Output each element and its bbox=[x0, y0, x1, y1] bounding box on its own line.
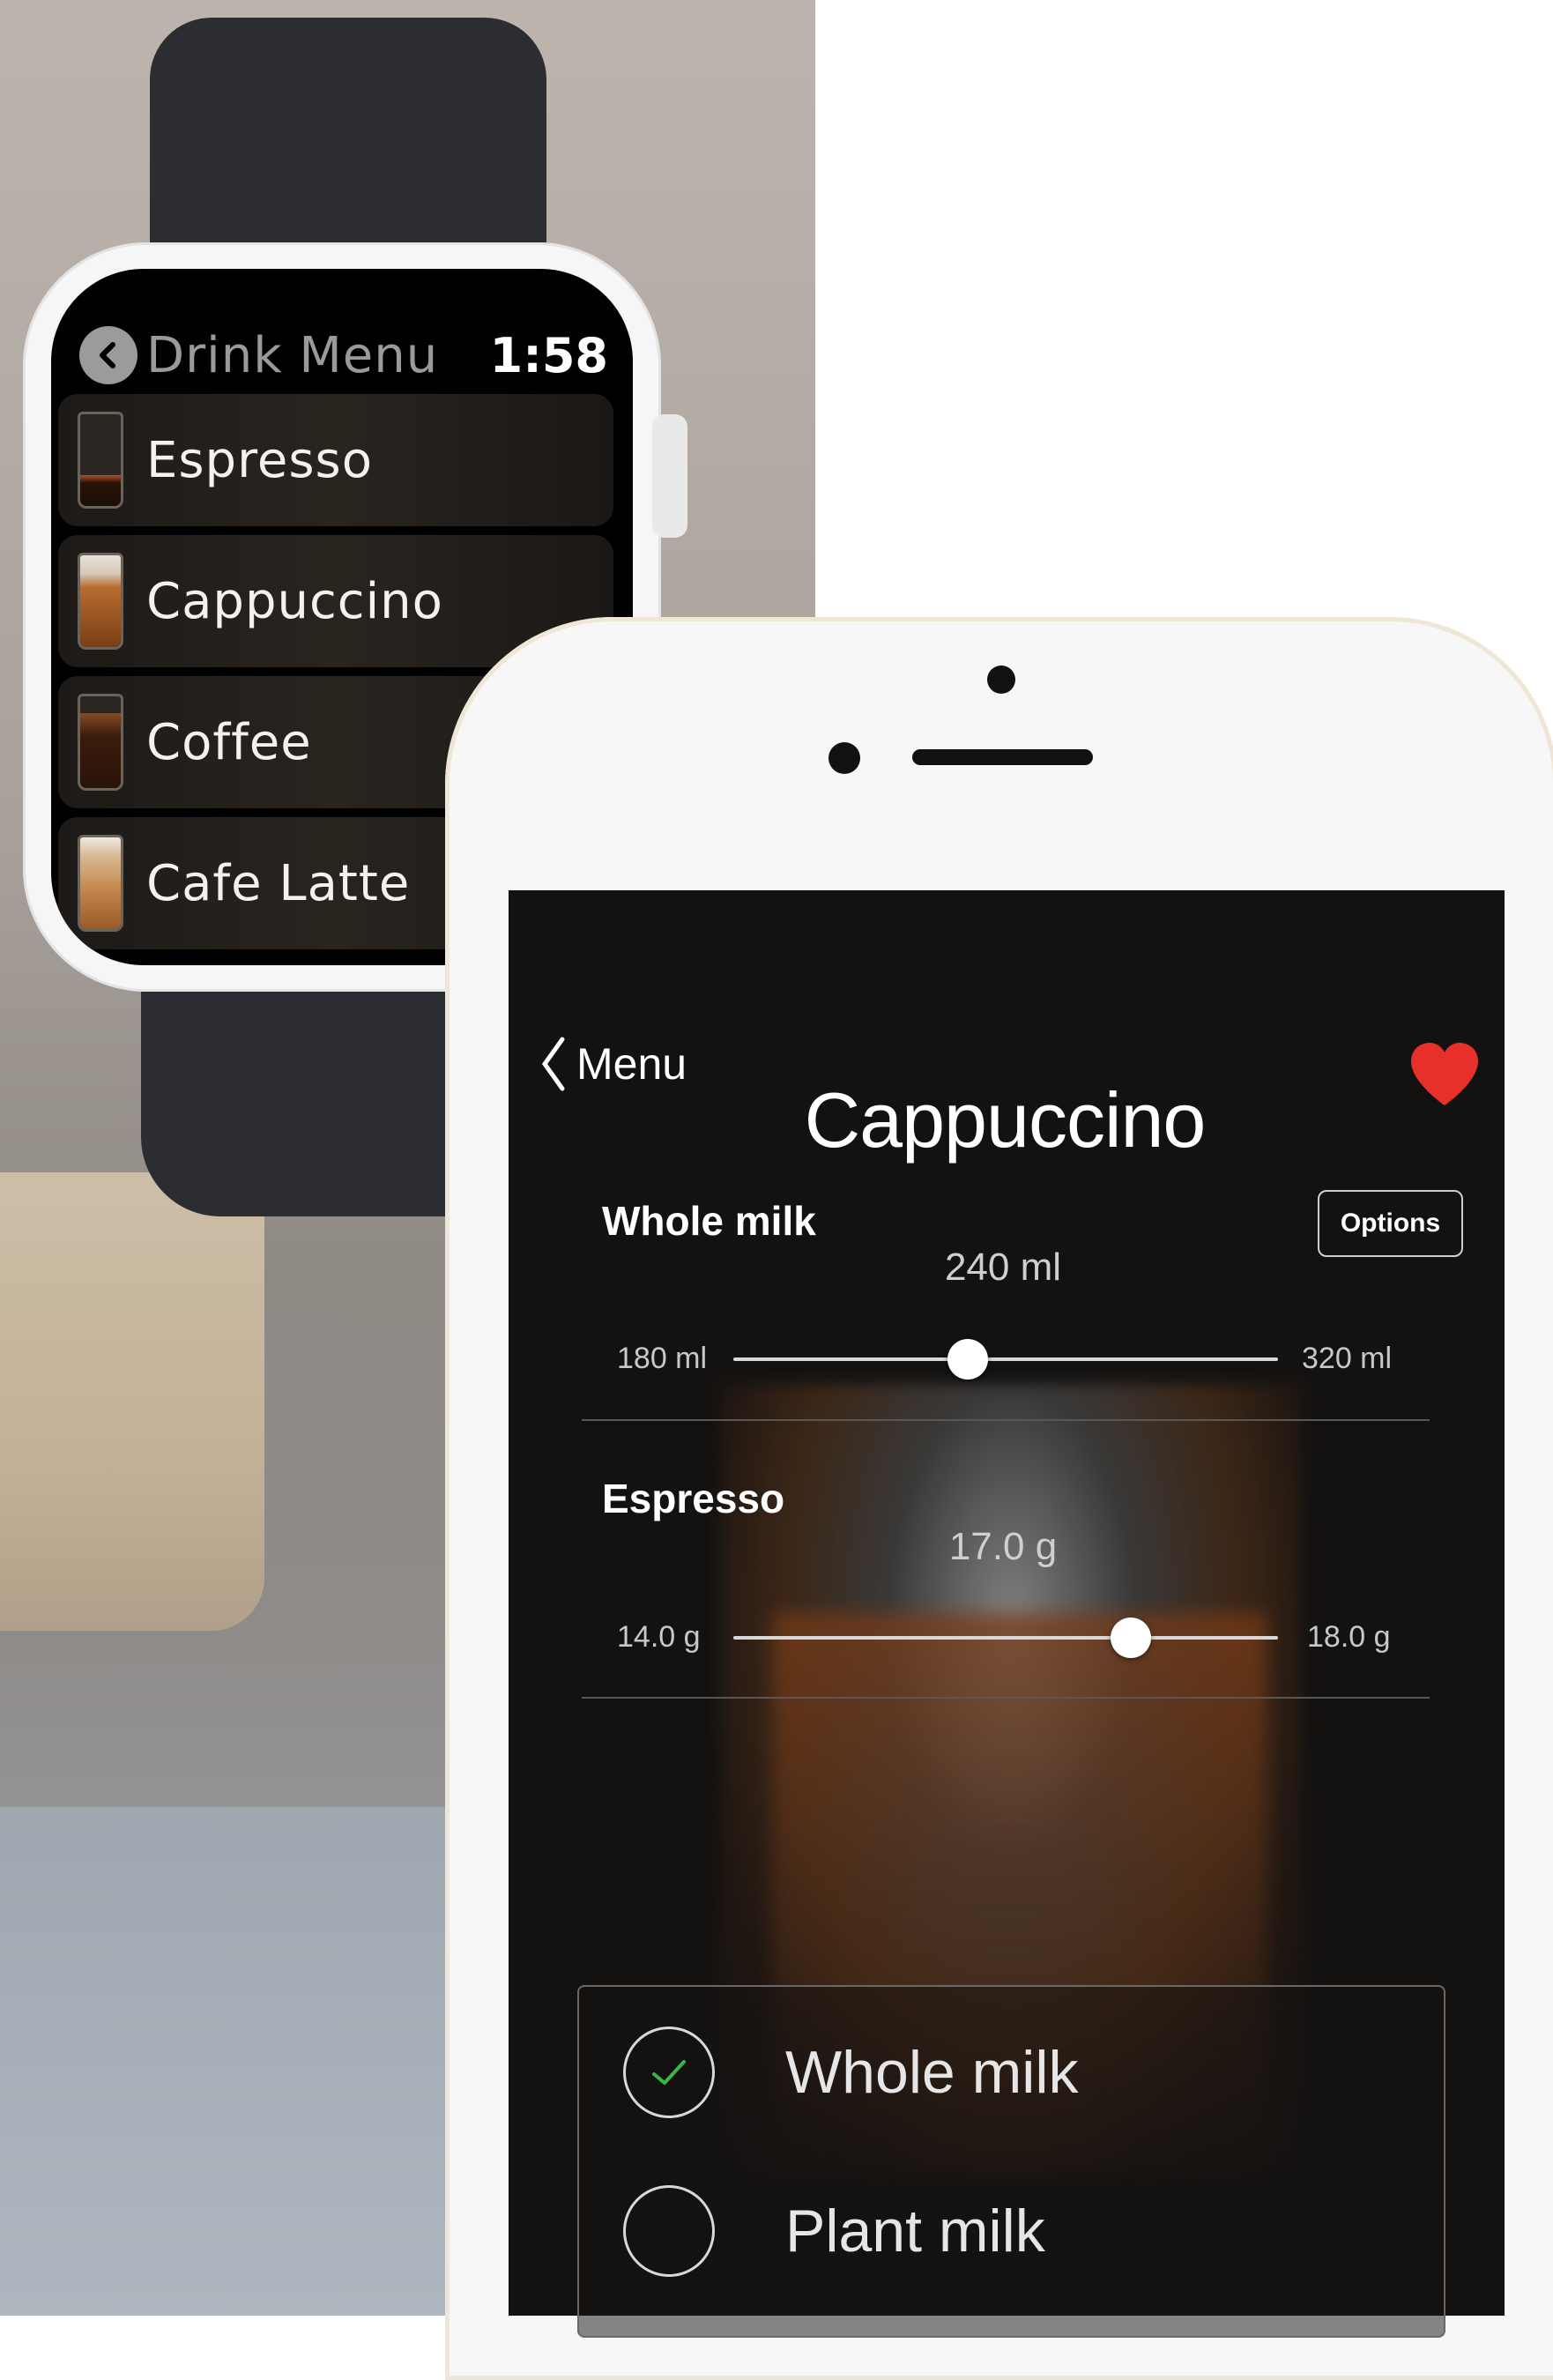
checked-radio-icon[interactable] bbox=[623, 2027, 715, 2118]
watch-digital-crown[interactable] bbox=[652, 414, 687, 538]
milk-slider-max: 320 ml bbox=[1302, 1342, 1393, 1375]
milk-option-whole[interactable]: Whole milk bbox=[623, 2027, 1079, 2118]
divider bbox=[582, 1697, 1430, 1699]
milk-option-label: Whole milk bbox=[785, 2039, 1079, 2106]
phone-sensor bbox=[829, 742, 860, 774]
milk-slider-knob[interactable] bbox=[947, 1339, 988, 1380]
watch-item-label: Cappuccino bbox=[146, 572, 443, 630]
unchecked-radio-icon[interactable] bbox=[623, 2185, 715, 2277]
watch-title[interactable]: Drink Menu bbox=[146, 327, 438, 384]
espresso-slider-label: Espresso bbox=[602, 1476, 785, 1521]
espresso-slider-max: 18.0 g bbox=[1307, 1620, 1391, 1654]
watch-item-label: Coffee bbox=[146, 713, 312, 771]
watch-item-label: Cafe Latte bbox=[146, 854, 411, 912]
espresso-slider-knob[interactable] bbox=[1111, 1618, 1152, 1658]
back-chevron-icon[interactable] bbox=[79, 326, 137, 384]
espresso-glass-icon bbox=[78, 412, 123, 509]
phone-speaker bbox=[912, 749, 1093, 765]
latte-glass-icon bbox=[78, 835, 123, 932]
milk-option-label: Plant milk bbox=[785, 2198, 1045, 2265]
cappuccino-glass-icon bbox=[78, 553, 123, 650]
watch-time: 1:58 bbox=[489, 327, 608, 383]
coffee-glass-icon bbox=[78, 694, 123, 791]
divider bbox=[582, 1419, 1430, 1421]
watch-item-label: Espresso bbox=[146, 431, 373, 489]
milk-option-plant[interactable]: Plant milk bbox=[623, 2185, 1045, 2277]
milk-slider-track[interactable] bbox=[733, 1357, 1278, 1361]
page-title: Cappuccino bbox=[804, 1076, 1207, 1164]
milk-slider-value: 240 ml bbox=[944, 1246, 1062, 1289]
options-button[interactable]: Options bbox=[1318, 1190, 1463, 1257]
background-cup bbox=[0, 1172, 264, 1631]
espresso-slider-min: 14.0 g bbox=[617, 1620, 701, 1654]
watch-item-espresso[interactable]: Espresso bbox=[58, 394, 613, 526]
milk-slider-min: 180 ml bbox=[617, 1342, 708, 1375]
espresso-slider-track[interactable] bbox=[733, 1636, 1278, 1640]
milk-options-list: Whole milk Plant milk bbox=[577, 1985, 1445, 2338]
milk-slider-label: Whole milk bbox=[602, 1198, 816, 1244]
watch-header: Drink Menu 1:58 bbox=[79, 320, 608, 390]
phone-front-camera bbox=[987, 666, 1015, 694]
espresso-slider-value: 17.0 g bbox=[948, 1525, 1058, 1568]
